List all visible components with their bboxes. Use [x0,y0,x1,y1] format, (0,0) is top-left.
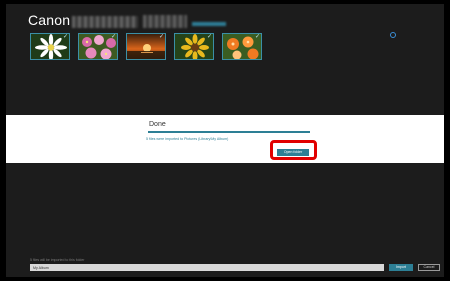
import-button[interactable]: Import [389,264,413,271]
orange-flowers-thumbnail[interactable]: ✓ [222,33,262,60]
redacted-link [192,22,226,26]
cancel-button[interactable]: Cancel [418,264,440,271]
sunset-thumbnail[interactable]: ✓ [126,33,166,60]
loading-indicator-icon [390,32,396,38]
destination-label: 5 files will be imported to this folder [30,258,85,262]
done-title: Done [149,121,166,128]
screen: Canon ✓ ✓ ✓ ✓ ✓ Done 5 files were import… [0,0,450,281]
brand-title: Canon [28,12,71,28]
selected-check-icon: ✓ [158,34,164,40]
redacted-model-number [143,15,187,28]
daisy-thumbnail[interactable]: ✓ [30,33,70,60]
redacted-model-name [72,16,138,28]
open-folder-button[interactable]: Open folder [277,149,309,156]
selected-check-icon: ✓ [206,34,212,40]
selected-check-icon: ✓ [62,34,68,40]
selected-check-icon: ✓ [110,34,116,40]
selected-check-icon: ✓ [254,34,260,40]
pink-flowers-thumbnail[interactable]: ✓ [78,33,118,60]
progress-bar [148,131,310,133]
import-summary-text: 5 files were imported to Pictures (Libra… [146,137,229,141]
folder-name-input[interactable] [30,264,384,271]
sunflower-thumbnail[interactable]: ✓ [174,33,214,60]
import-complete-panel: Done 5 files were imported to Pictures (… [6,115,444,163]
